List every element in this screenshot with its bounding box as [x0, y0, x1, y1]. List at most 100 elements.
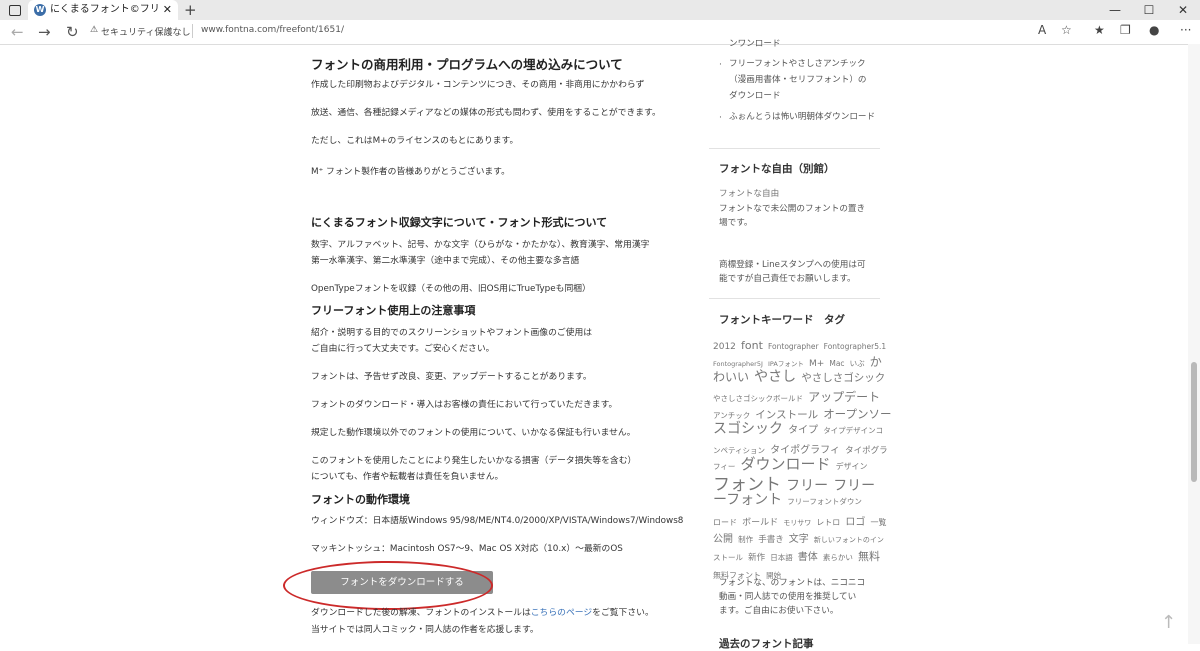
refresh-icon[interactable]: ↻ [66, 22, 79, 42]
bullet-icon: · [719, 60, 722, 70]
tag[interactable]: 無料 [858, 550, 880, 563]
tag[interactable]: フリーフォントダウン [787, 497, 862, 506]
tag[interactable]: アップデート [808, 390, 880, 404]
tag[interactable]: やさしさゴシックボールド [713, 394, 803, 403]
tag[interactable]: 新作 [748, 553, 765, 563]
divider [709, 148, 880, 149]
sidebar-heading-free: フォントな自由（別館） [719, 163, 835, 175]
sidebar-text: フォントなで未公開のフォントの置き [719, 204, 866, 214]
paragraph: フォントのダウンロード・導入はお客様の責任において行っていただきます。 [311, 400, 618, 410]
tag[interactable]: やさし [754, 369, 796, 385]
tag[interactable]: 一覧 [870, 518, 886, 527]
tab-strip: W にくまるフォント©フリーフォントダウンロ ✕ + —☐✕ [0, 0, 1200, 20]
text: をご覧下さい。 [592, 608, 654, 618]
paragraph: 規定した動作環境以外でのフォントの使用について、いかなる保証も行いません。 [311, 428, 636, 438]
paragraph: 数字、アルファベット、記号、かな文字（ひらがな・かたかな）、教育漢字、常用漢字 [311, 240, 650, 250]
wordpress-icon: W [34, 4, 46, 16]
tab-actions-icon[interactable] [9, 5, 21, 16]
paragraph: 当サイトでは同人コミック・同人誌の作者を応援します。 [311, 625, 539, 635]
collections-icon[interactable]: ❐ [1120, 23, 1131, 37]
sidebar-link-antique[interactable]: フリーフォントやさしさアンチック [729, 57, 866, 72]
sidebar-link-antique[interactable]: （漫画用書体・セリフフォント）の [729, 73, 867, 88]
maximize-button[interactable]: ☐ [1132, 0, 1166, 20]
sidebar-text: 場です。 [719, 218, 753, 228]
heading-commercial-use: フォントの商用利用・プログラムへの埋め込みについて [311, 57, 623, 72]
tab-title: にくまるフォント©フリーフォントダウンロ [50, 4, 160, 15]
tag[interactable]: スゴシック [713, 421, 783, 437]
warning-icon[interactable]: ⚠ [90, 25, 98, 35]
forward-arrow-icon[interactable]: → [38, 22, 51, 42]
scrollbar-thumb[interactable] [1191, 362, 1197, 482]
scrollbar[interactable] [1188, 44, 1200, 644]
divider [709, 298, 880, 299]
tag[interactable]: 制作 [738, 535, 753, 544]
paragraph: このフォントを使用したことにより発生したいかなる損害（データ損失等を含む） [311, 456, 637, 466]
sidebar-text: 能ですが自己責任でお願いします。 [719, 274, 856, 284]
install-guide-link[interactable]: こちらのページ [531, 608, 592, 618]
heading-usage-notes: フリーフォント使用上の注意事項 [311, 304, 476, 317]
highlight-circle [283, 561, 493, 610]
tag[interactable]: 公開 [713, 534, 733, 545]
browser-tab[interactable]: W にくまるフォント©フリーフォントダウンロ ✕ [28, 0, 178, 20]
paragraph: マッキントッシュ：Macintosh OS7～9、Mac OS X対応（10.x… [311, 544, 623, 554]
tag[interactable]: 素らかい [823, 553, 853, 562]
sidebar-link-free[interactable]: フォントな自由 [719, 187, 779, 202]
profile-icon[interactable]: ● [1149, 23, 1159, 37]
address-divider [192, 24, 193, 38]
heading-environment: フォントの動作環境 [311, 493, 410, 506]
tag[interactable]: やさしさゴシック [801, 372, 885, 384]
tab-close-icon[interactable]: ✕ [163, 0, 172, 20]
tag[interactable]: レトロ [816, 518, 840, 527]
address-bar[interactable]: www.fontna.com/freefont/1651/ [201, 25, 344, 35]
more-menu-icon[interactable]: ··· [1180, 23, 1191, 37]
paragraph: 第一水準漢字、第二水準漢字（途中まで完成）、その他主要な多言語 [311, 256, 580, 266]
favorites-icon[interactable]: ★ [1094, 23, 1105, 37]
text: ダウンロードした後の解凍、フォントのインストールは [311, 608, 531, 618]
paragraph: についても、作者や転載者は責任を負いません。 [311, 472, 504, 482]
install-instructions: ダウンロードした後の解凍、フォントのインストールはこちらのページをご覧下さい。 [311, 605, 654, 621]
back-to-top-icon[interactable]: ↑ [1161, 612, 1176, 633]
window-controls: — ☐ ✕ [1098, 0, 1200, 20]
tag[interactable]: 文字 [789, 534, 809, 545]
sidebar-text: フォントな、のフォントは、ニコニコ [719, 578, 866, 588]
sidebar-heading-tags: フォントキーワード タグ [719, 314, 845, 326]
paragraph: 紹介・説明する目的でのスクリーンショットやフォント画像のご使用は [311, 328, 593, 338]
add-favorite-icon[interactable]: ☆ [1061, 23, 1072, 37]
tag[interactable]: タイプ [788, 425, 818, 436]
tag[interactable]: わいい [713, 370, 749, 384]
tag[interactable]: 日本語 [770, 553, 793, 562]
sidebar-link-mincho[interactable]: ふぉんとうは怖い明朝体ダウンロード [729, 110, 875, 125]
paragraph: 作成した印刷物およびデジタル・コンテンツにつき、その商用・非商用にかかわらず [311, 80, 645, 90]
tag[interactable]: 手書き [758, 535, 784, 545]
tag[interactable]: ストール [713, 553, 743, 562]
sidebar-link-cut[interactable]: ンワンロード [729, 37, 781, 52]
paragraph: OpenTypeフォントを収録（その他の用、旧OS用にTrueTypeも同梱） [311, 284, 591, 294]
tag[interactable]: タイプデザインコ [823, 426, 883, 435]
tag[interactable]: 書体 [798, 552, 818, 563]
tag[interactable]: Fontographer [768, 342, 819, 351]
security-label[interactable]: セキュリティ保護なし [101, 25, 190, 38]
tag[interactable]: 新しいフォントのイン [814, 536, 884, 544]
tag[interactable]: Fontographer5.1 [824, 342, 887, 351]
sidebar-text: ます。ご自由にお使い下さい。 [719, 606, 839, 616]
paragraph: 放送、通信、各種記録メディアなどの媒体の形式も問わず、使用をすることができます。 [311, 108, 661, 118]
heading-character-set: にくまるフォント収録文字について・フォント形式について [311, 216, 608, 229]
paragraph: ウィンドウズ：日本語版Windows 95/98/ME/NT4.0/2000/X… [311, 516, 684, 526]
paragraph: フォントは、予告せず改良、変更、アップデートすることがあります。 [311, 372, 592, 382]
paragraph: M⁺ フォント製作者の皆様ありがとうございます。 [311, 167, 510, 177]
tag[interactable]: ーフォント [713, 492, 782, 508]
sidebar-text: 商標登録・Lineスタンプへの使用は可 [719, 260, 866, 270]
paragraph: ただし、これはM+のライセンスのもとにあります。 [311, 136, 519, 146]
bullet-icon: · [719, 113, 722, 123]
sidebar-text: 動画・同人誌での使用を推奨してい [719, 592, 857, 602]
back-arrow-icon[interactable]: ← [11, 22, 24, 42]
read-aloud-icon[interactable]: A [1038, 23, 1046, 37]
paragraph: ご自由に行って大丈夫です。ご安心ください。 [311, 344, 495, 354]
tag[interactable]: ロード [713, 518, 737, 527]
browser-toolbar: ← → ↻ ⚠ セキュリティ保護なし www.fontna.com/freefo… [0, 20, 1200, 45]
minimize-button[interactable]: — [1098, 0, 1132, 20]
close-window-button[interactable]: ✕ [1166, 0, 1200, 20]
new-tab-button[interactable]: + [184, 0, 197, 20]
sidebar-link-antique[interactable]: ダウンロード [729, 89, 781, 104]
tag[interactable]: モリサワ [783, 519, 811, 527]
